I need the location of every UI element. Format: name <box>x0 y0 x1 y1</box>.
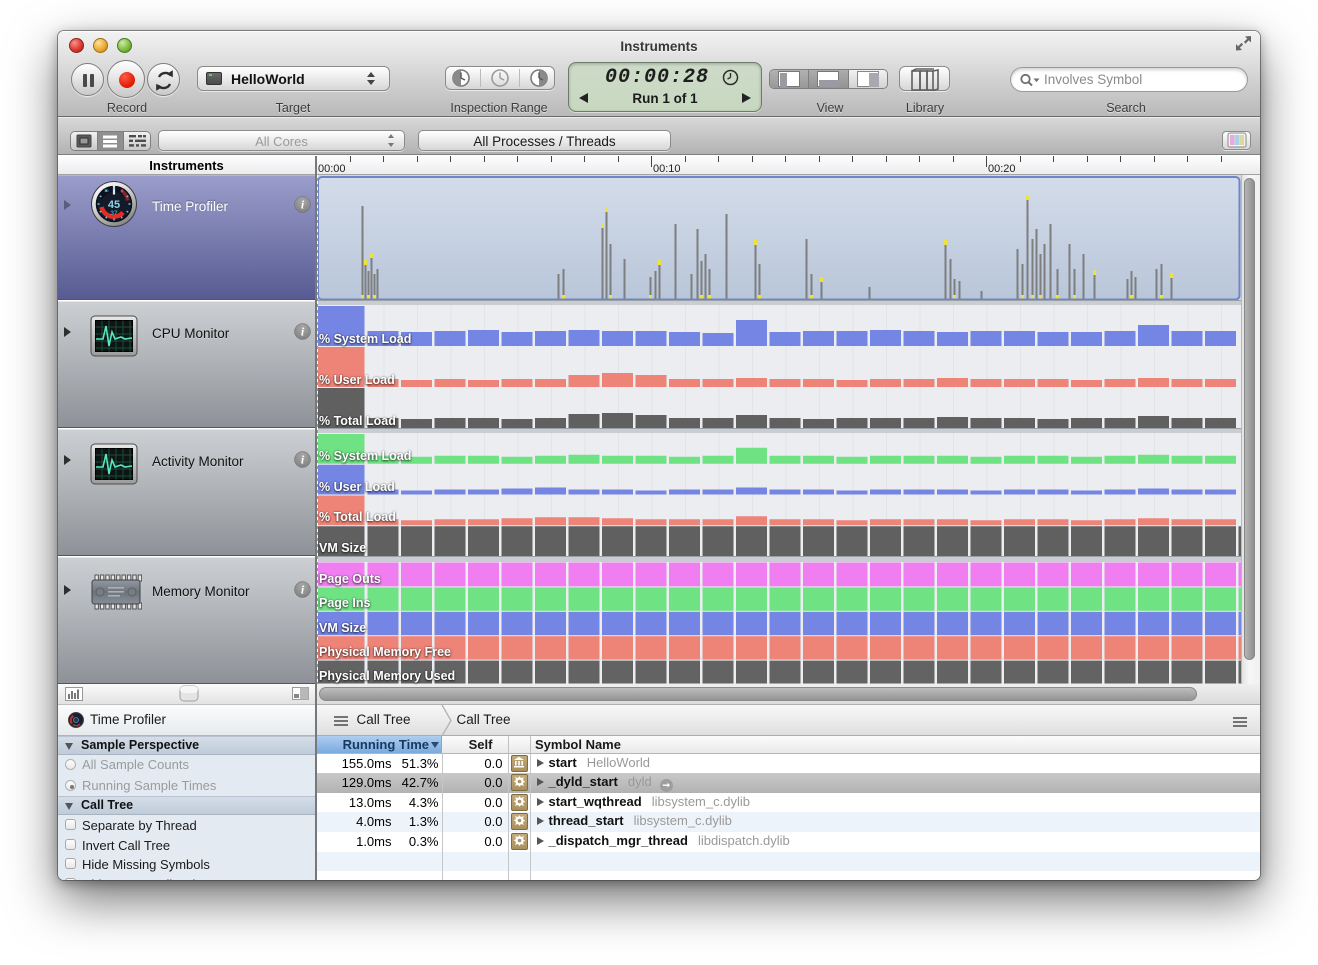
svg-text:10: 10 <box>104 188 109 193</box>
svg-text:37: 37 <box>110 210 118 217</box>
